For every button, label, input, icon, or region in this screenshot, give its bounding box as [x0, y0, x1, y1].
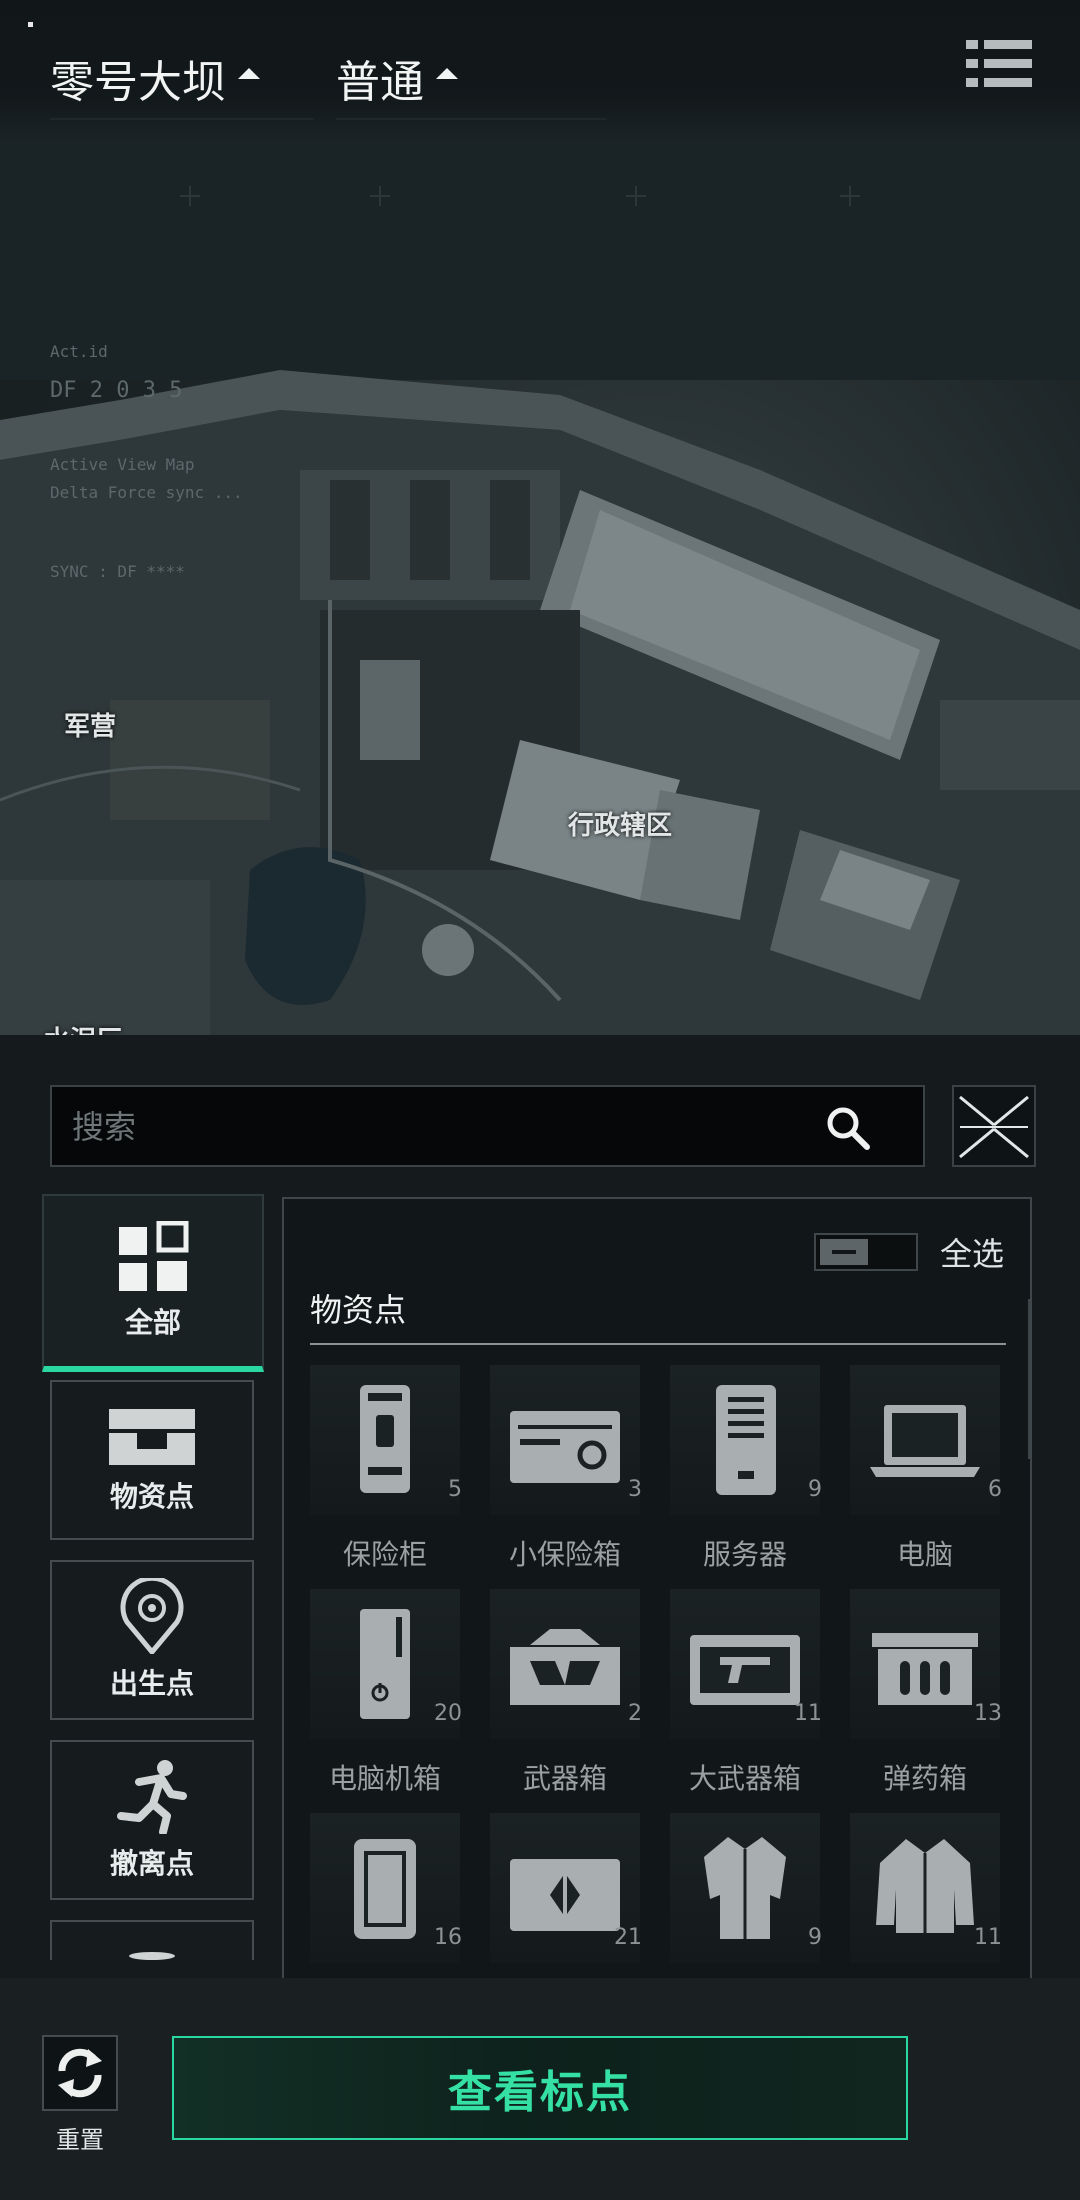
- caret-up-icon: [238, 67, 260, 79]
- jacket-icon: [876, 1839, 974, 1933]
- list-item[interactable]: 13 弹药箱: [850, 1589, 1002, 1799]
- item-count: 13: [974, 1701, 1002, 1726]
- weapon-case-icon: [510, 1629, 620, 1705]
- hud-line: Active View Map: [50, 455, 195, 474]
- item-tile: [850, 1365, 1000, 1515]
- reset-button[interactable]: [42, 2035, 118, 2111]
- small-safe-icon: [510, 1411, 620, 1483]
- item-count: 2: [628, 1701, 642, 1726]
- item-name: 保险柜: [342, 1538, 427, 1571]
- search-bar[interactable]: [50, 1085, 925, 1167]
- safe-icon: [360, 1385, 410, 1493]
- tactical-map[interactable]: Act.id DF 2 0 3 5 Active View Map Delta …: [0, 0, 1080, 1035]
- item-count: 3: [628, 1477, 642, 1502]
- item-tile: [490, 1365, 640, 1515]
- section-title: 物资点: [310, 1285, 1006, 1345]
- search-input[interactable]: [70, 1101, 774, 1153]
- item-tile: [670, 1813, 820, 1963]
- map-select-value: 零号大坝: [50, 57, 226, 108]
- category-extract[interactable]: 撤离点: [50, 1740, 254, 1900]
- map-terrain: [0, 0, 1080, 1035]
- item-count: 16: [434, 1925, 462, 1950]
- map-label-partial[interactable]: 水泥厂: [44, 1020, 122, 1035]
- item-count: 9: [808, 1925, 822, 1950]
- close-panel-button[interactable]: [952, 1085, 1036, 1167]
- item-count: 11: [974, 1925, 1002, 1950]
- select-all[interactable]: 全选: [813, 1229, 1004, 1275]
- hud-line: DF 2 0 3 5: [50, 378, 183, 403]
- mode-select-value: 普通: [336, 57, 424, 108]
- collapse-x-icon: [959, 1095, 1029, 1159]
- hud-line: Delta Force sync ...: [50, 483, 243, 502]
- list-menu-icon[interactable]: [966, 40, 1032, 88]
- list-item[interactable]: 11 大武器箱: [670, 1589, 822, 1799]
- hud-line: Act.id: [50, 342, 108, 361]
- extract-runner-icon: [117, 1760, 187, 1834]
- view-markers-button[interactable]: 查看标点: [172, 2036, 908, 2140]
- spawn-point-icon: [120, 1578, 184, 1654]
- item-name: 武器箱: [522, 1762, 607, 1795]
- select-all-toggle[interactable]: [813, 1233, 918, 1271]
- pc-case-icon: [360, 1609, 410, 1719]
- category-label: 出生点: [109, 1667, 194, 1700]
- item-name: 服务器: [702, 1538, 787, 1571]
- item-name: 大武器箱: [688, 1762, 801, 1795]
- grid-icon: [119, 1221, 189, 1291]
- search-icon[interactable]: [825, 1105, 871, 1151]
- list-item[interactable]: 6 电脑: [850, 1365, 1002, 1575]
- select-all-label: 全选: [939, 1235, 1004, 1273]
- scrollbar[interactable]: [1028, 1299, 1030, 1459]
- medical-crate-icon: [510, 1859, 620, 1931]
- item-count: 20: [434, 1701, 462, 1726]
- item-name: 电脑机箱: [328, 1762, 441, 1795]
- caret-up-icon: [436, 67, 458, 79]
- item-count: 11: [794, 1701, 822, 1726]
- large-weapon-case-icon: [690, 1635, 800, 1705]
- list-item[interactable]: 3 小保险箱: [490, 1365, 642, 1575]
- laptop-icon: [870, 1405, 980, 1477]
- refresh-icon: [58, 2048, 102, 2098]
- list-item[interactable]: 20 电脑机箱: [310, 1589, 462, 1799]
- view-markers-label: 查看标点: [448, 2067, 632, 2118]
- item-tile: [670, 1365, 820, 1515]
- more-category-icon: [129, 1952, 175, 1960]
- item-tile: [310, 1365, 460, 1515]
- category-label: 物资点: [109, 1480, 194, 1513]
- item-name: 小保险箱: [508, 1538, 621, 1571]
- item-count: 9: [808, 1477, 822, 1502]
- hud-line: SYNC : DF ****: [50, 562, 185, 581]
- category-label: 全部: [124, 1306, 181, 1339]
- category-label: 撤离点: [109, 1847, 194, 1880]
- map-label-barracks[interactable]: 军营: [64, 706, 116, 743]
- category-more[interactable]: [50, 1920, 254, 1960]
- list-item[interactable]: 2 武器箱: [490, 1589, 642, 1799]
- ammo-box-icon: [872, 1633, 978, 1705]
- map-select-dropdown[interactable]: 零号大坝: [50, 38, 314, 120]
- travel-case-icon: [354, 1839, 416, 1939]
- category-supply[interactable]: 物资点: [50, 1380, 254, 1540]
- category-all[interactable]: 全部: [42, 1194, 264, 1372]
- coat-icon: [704, 1837, 786, 1939]
- category-spawn[interactable]: 出生点: [50, 1560, 254, 1720]
- item-count: 5: [448, 1477, 462, 1502]
- server-icon: [716, 1385, 776, 1495]
- item-name: 弹药箱: [882, 1762, 967, 1795]
- reset-label: 重置: [56, 2126, 104, 2154]
- item-count: 6: [988, 1477, 1002, 1502]
- map-label-admin[interactable]: 行政辖区: [568, 805, 672, 842]
- list-item[interactable]: 5 保险柜: [310, 1365, 462, 1575]
- mode-select-dropdown[interactable]: 普通: [336, 38, 606, 120]
- status-dot: [28, 22, 33, 27]
- supply-crate-icon: [109, 1409, 195, 1465]
- item-name: 电脑: [896, 1538, 953, 1571]
- item-count: 21: [614, 1925, 642, 1950]
- item-tile: [490, 1589, 640, 1739]
- list-item[interactable]: 9 服务器: [670, 1365, 822, 1575]
